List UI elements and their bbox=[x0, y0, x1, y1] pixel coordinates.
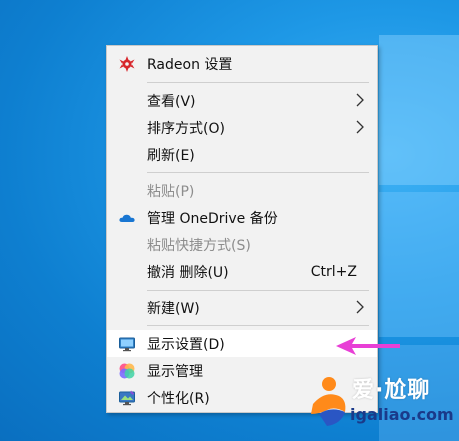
menu-item-label: 显示管理 bbox=[147, 363, 203, 380]
menu-item-label: Radeon 设置 bbox=[147, 56, 233, 73]
menu-item-radeon-settings[interactable]: Radeon 设置 bbox=[107, 50, 377, 77]
menu-separator bbox=[147, 172, 369, 173]
menu-separator bbox=[147, 325, 369, 326]
menu-item-label: 管理 OneDrive 备份 bbox=[147, 210, 278, 227]
menu-item-shortcut: Ctrl+Z bbox=[310, 263, 357, 280]
menu-item-paste-shortcut[interactable]: 粘贴快捷方式(S) bbox=[107, 231, 377, 258]
menu-item-undo-delete[interactable]: 撤消 删除(U) Ctrl+Z bbox=[107, 258, 377, 285]
menu-item-label: 排序方式(O) bbox=[147, 120, 225, 137]
menu-item-label: 查看(V) bbox=[147, 93, 196, 110]
menu-separator bbox=[147, 290, 369, 291]
onedrive-cloud-icon bbox=[118, 209, 136, 227]
menu-item-manage-onedrive-backup[interactable]: 管理 OneDrive 备份 bbox=[107, 204, 377, 231]
radeon-icon bbox=[118, 55, 136, 73]
watermark-brand: 爱·尬聊 bbox=[352, 378, 431, 403]
menu-item-label: 粘贴(P) bbox=[147, 183, 195, 200]
menu-item-label: 粘贴快捷方式(S) bbox=[147, 237, 251, 254]
menu-item-label: 撤消 删除(U) bbox=[147, 264, 229, 281]
pointer-arrow-icon bbox=[336, 337, 400, 355]
chevron-right-icon bbox=[355, 93, 365, 111]
menu-item-label: 新建(W) bbox=[147, 300, 200, 317]
menu-item-label: 个性化(R) bbox=[147, 390, 210, 407]
menu-separator bbox=[147, 82, 369, 83]
menu-item-label: 刷新(E) bbox=[147, 147, 195, 164]
menu-item-label: 显示设置(D) bbox=[147, 336, 225, 353]
menu-item-sort-by[interactable]: 排序方式(O) bbox=[107, 114, 377, 141]
display-manager-icon bbox=[118, 362, 136, 380]
menu-item-new[interactable]: 新建(W) bbox=[107, 294, 377, 321]
windows-logo-pane-middle bbox=[379, 192, 459, 337]
menu-item-paste[interactable]: 粘贴(P) bbox=[107, 177, 377, 204]
personalize-icon bbox=[118, 389, 136, 407]
watermark-url: igaliao.com bbox=[350, 405, 454, 424]
chevron-right-icon bbox=[355, 300, 365, 318]
display-settings-icon bbox=[118, 335, 136, 353]
windows-logo-pane-top bbox=[379, 35, 459, 185]
menu-item-refresh[interactable]: 刷新(E) bbox=[107, 141, 377, 168]
menu-item-view[interactable]: 查看(V) bbox=[107, 87, 377, 114]
chevron-right-icon bbox=[355, 120, 365, 138]
